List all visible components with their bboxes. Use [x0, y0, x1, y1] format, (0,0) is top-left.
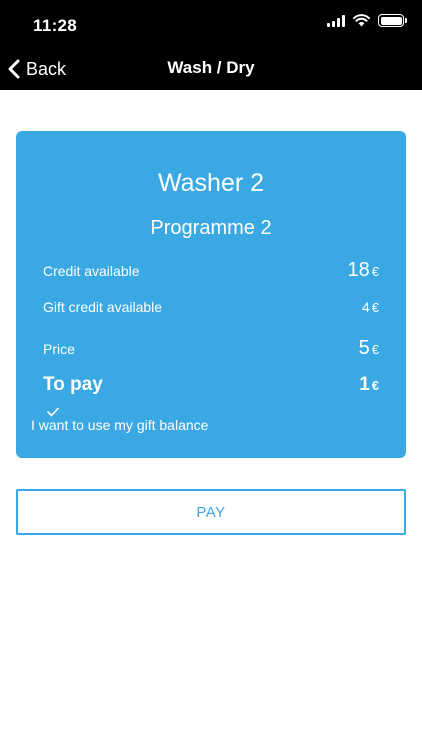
nav-bar: Back Wash / Dry	[0, 48, 422, 90]
to-pay-amount: 1	[359, 374, 370, 395]
pay-button[interactable]: PAY	[16, 489, 406, 535]
programme-title: Programme 2	[150, 217, 272, 239]
status-bar: 11:28	[0, 0, 422, 48]
price-amount: 5	[358, 337, 370, 359]
to-pay-value: 1 €	[359, 374, 379, 396]
credit-available-amount: 18	[347, 259, 370, 281]
gift-balance-label: I want to use my gift balance	[31, 407, 209, 433]
to-pay-label: To pay	[43, 374, 103, 395]
currency-symbol: €	[371, 264, 379, 279]
status-time: 11:28	[33, 16, 78, 35]
battery-icon	[378, 14, 407, 27]
credit-available-value: 18 €	[348, 259, 379, 282]
currency-symbol: €	[371, 342, 379, 357]
payment-summary-card: Washer 2 Programme 2 Credit available 18…	[16, 131, 406, 458]
to-pay-row: To pay 1 €	[43, 374, 379, 396]
gift-credit-row: Gift credit available 4 €	[43, 299, 379, 315]
gift-balance-checkbox[interactable]: I want to use my gift balance	[31, 407, 209, 433]
currency-symbol: €	[371, 300, 379, 315]
price-value: 5 €	[359, 337, 379, 360]
gift-credit-amount: 4	[361, 299, 370, 315]
wifi-icon	[353, 14, 370, 27]
signal-icon	[327, 14, 345, 27]
price-label: Price	[43, 341, 75, 357]
currency-symbol: €	[371, 378, 379, 393]
credit-available-label: Credit available	[43, 263, 140, 279]
gift-credit-value: 4 €	[362, 299, 379, 315]
price-row: Price 5 €	[43, 337, 379, 360]
checkmark-icon	[47, 407, 59, 417]
gift-credit-label: Gift credit available	[43, 299, 163, 315]
status-icons	[327, 14, 407, 27]
gift-balance-text: I want to use my gift balance	[31, 417, 209, 433]
machine-title: Washer 2	[157, 169, 265, 197]
credit-available-row: Credit available 18 €	[43, 259, 379, 282]
page-title: Wash / Dry	[167, 58, 255, 77]
